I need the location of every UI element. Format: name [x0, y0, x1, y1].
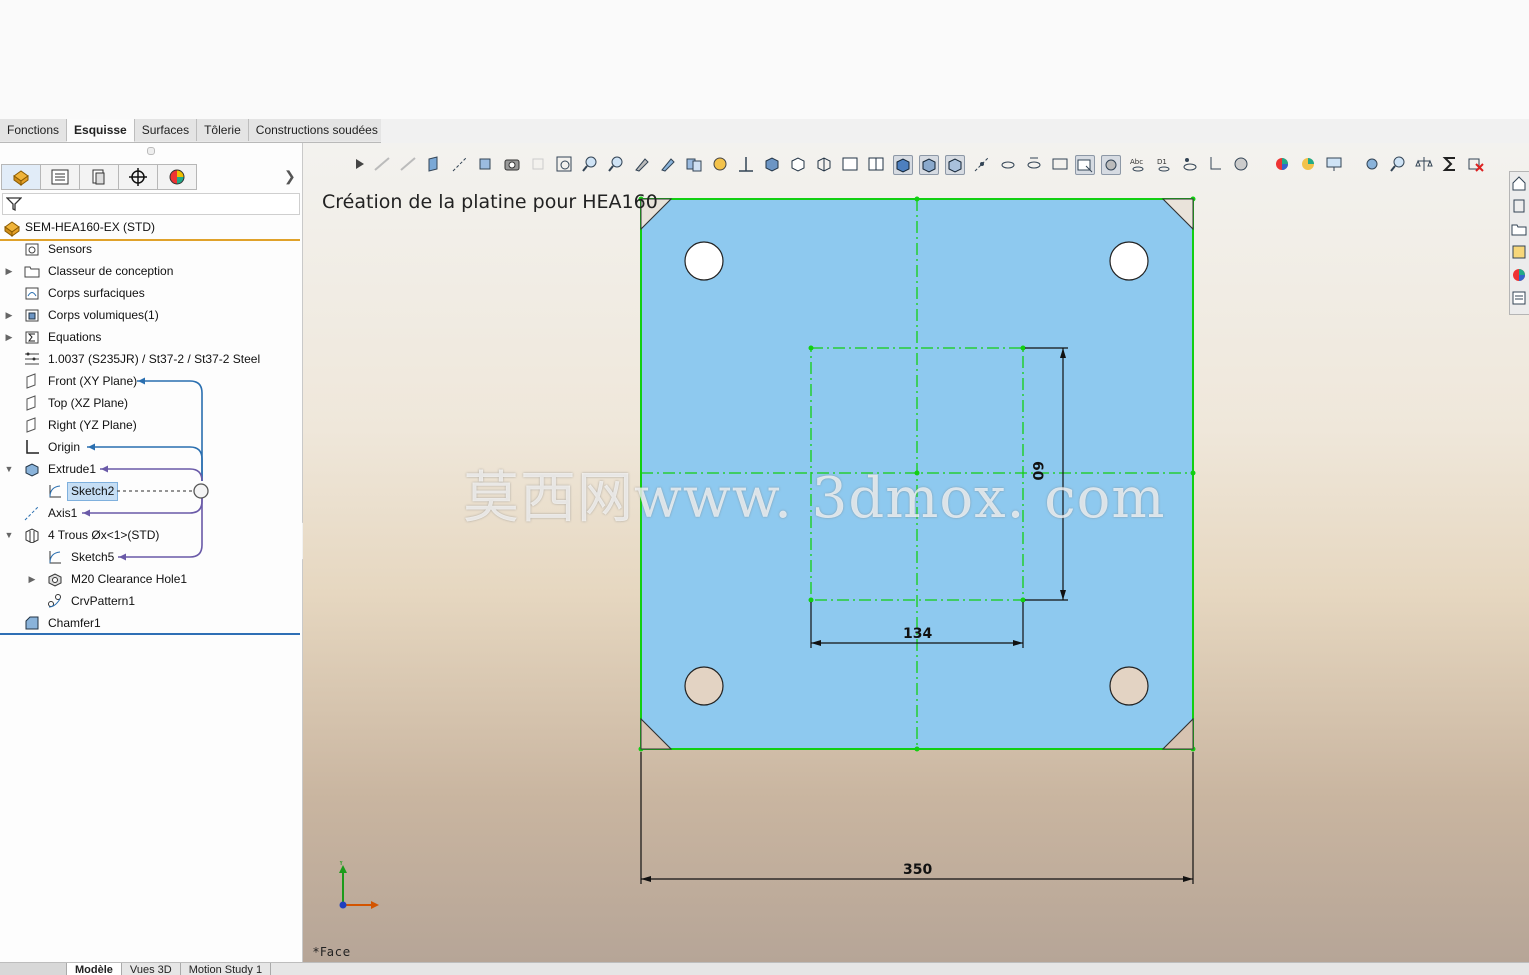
- display-edges-icon[interactable]: [919, 155, 939, 175]
- sketch-line-2-icon[interactable]: [399, 155, 417, 173]
- top-blank-area: [0, 0, 1529, 119]
- display-shaded-icon[interactable]: [893, 155, 913, 175]
- tab-esquisse[interactable]: Esquisse: [67, 119, 135, 142]
- tab-vues-3d[interactable]: Vues 3D: [122, 963, 181, 975]
- disabled-tool-icon[interactable]: [529, 155, 547, 173]
- view-palette-icon[interactable]: [1511, 244, 1527, 260]
- command-manager-tabs: Fonctions Esquisse Surfaces Tôlerie Cons…: [0, 119, 386, 143]
- hole-top-left: [684, 241, 724, 281]
- display-monitor-icon[interactable]: [1325, 155, 1343, 173]
- mass-properties-icon[interactable]: [1415, 155, 1433, 173]
- svg-text:Abc: Abc: [1130, 158, 1143, 166]
- wireframe-cube-icon[interactable]: [789, 155, 807, 173]
- hole-bottom-right: [1109, 666, 1149, 706]
- svg-text:D1: D1: [1157, 158, 1167, 166]
- viewport-title: Création de la platine pour HEA160: [322, 191, 658, 213]
- zoom-fit-icon[interactable]: [555, 155, 573, 173]
- dimension-350[interactable]: 350: [903, 862, 932, 878]
- annotations-icon[interactable]: Abc: [1129, 155, 1147, 173]
- select-tool-icon[interactable]: [659, 155, 677, 173]
- weld-beads-icon[interactable]: [1207, 155, 1225, 173]
- hidden-lines-icon[interactable]: [815, 155, 833, 173]
- file-explorer-icon[interactable]: [1511, 221, 1527, 237]
- move-icon[interactable]: [737, 155, 755, 173]
- tab-fonctions[interactable]: Fonctions: [0, 119, 68, 141]
- zoom-icon[interactable]: [607, 155, 625, 173]
- status-selection-text: *Face: [313, 945, 352, 959]
- zoom-to-selection-icon[interactable]: [1389, 155, 1407, 173]
- dimension-60[interactable]: 60: [1029, 461, 1045, 480]
- plane-view-icon[interactable]: [425, 155, 443, 173]
- temporary-axes-icon[interactable]: [973, 155, 991, 173]
- play-arrow-icon[interactable]: [351, 155, 369, 173]
- pan-icon[interactable]: [633, 155, 651, 173]
- sketch-line-icon[interactable]: [373, 155, 391, 173]
- appearances-icon[interactable]: [1511, 267, 1527, 283]
- rollback-bar[interactable]: [0, 633, 300, 635]
- view-orientation-icon[interactable]: [685, 155, 703, 173]
- hole-top-right: [1109, 241, 1149, 281]
- sketch-display-icon[interactable]: [1101, 155, 1121, 175]
- view-sketch-icon[interactable]: [1051, 155, 1069, 173]
- dimension-134[interactable]: 134: [903, 626, 932, 642]
- feature-manager-panel: ❯ SEM-HEA160-EX (STD) Sensors ▶ Classeur d…: [0, 143, 303, 963]
- view-origins-icon[interactable]: [1025, 155, 1043, 173]
- axis-line-icon[interactable]: [451, 155, 469, 173]
- design-library-icon[interactable]: [1511, 198, 1527, 214]
- custom-properties-icon[interactable]: [1511, 290, 1527, 306]
- tab-tolerie[interactable]: Tôlerie: [197, 119, 249, 141]
- sketch-drawing: [638, 196, 1196, 884]
- solidworks-resources-icon[interactable]: [1511, 175, 1527, 191]
- bottom-tabs: Modèle Vues 3D Motion Study 1: [0, 962, 1529, 975]
- hole-bottom-left: [684, 666, 724, 706]
- svg-text:Y: Y: [338, 861, 344, 867]
- apply-scene-icon[interactable]: [711, 155, 729, 173]
- dependency-arrows: [82, 377, 209, 561]
- graphics-area[interactable]: 350 134 60 Création de la platine pour H…: [303, 143, 1529, 962]
- bottom-nav-buttons[interactable]: [0, 963, 67, 975]
- tab-modele[interactable]: Modèle: [67, 963, 122, 975]
- tab-motion-study-1[interactable]: Motion Study 1: [181, 963, 272, 975]
- apply-appearance-icon[interactable]: [1273, 155, 1291, 173]
- task-pane: [1509, 171, 1529, 315]
- zoom-area-icon[interactable]: [581, 155, 599, 173]
- render-tools-icon[interactable]: [1363, 155, 1381, 173]
- hide-show-items-icon[interactable]: [1181, 155, 1199, 173]
- heads-up-view-toolbar: Abc D1: [351, 155, 1491, 175]
- edit-appearance-icon[interactable]: [1233, 155, 1251, 173]
- display-section-icon[interactable]: [945, 155, 965, 175]
- two-view-icon[interactable]: [867, 155, 885, 173]
- single-view-icon[interactable]: [841, 155, 859, 173]
- exit-sketch-icon[interactable]: [1467, 155, 1485, 173]
- view-planes-icon[interactable]: [999, 155, 1017, 173]
- tab-strip-background: [381, 119, 1529, 144]
- tab-constructions-soudees[interactable]: Constructions soudées: [248, 119, 386, 141]
- equations-sum-icon[interactable]: [1441, 155, 1459, 173]
- dimension-names-icon[interactable]: D1: [1155, 155, 1173, 173]
- camera-icon[interactable]: [503, 155, 521, 173]
- section-view-icon[interactable]: [477, 155, 495, 173]
- coordinate-triad: Y: [338, 861, 379, 909]
- sketch-relations-icon[interactable]: [1075, 155, 1095, 175]
- scene-icon[interactable]: [1299, 155, 1317, 173]
- shaded-cube-icon[interactable]: [763, 155, 781, 173]
- tab-surfaces[interactable]: Surfaces: [134, 119, 198, 141]
